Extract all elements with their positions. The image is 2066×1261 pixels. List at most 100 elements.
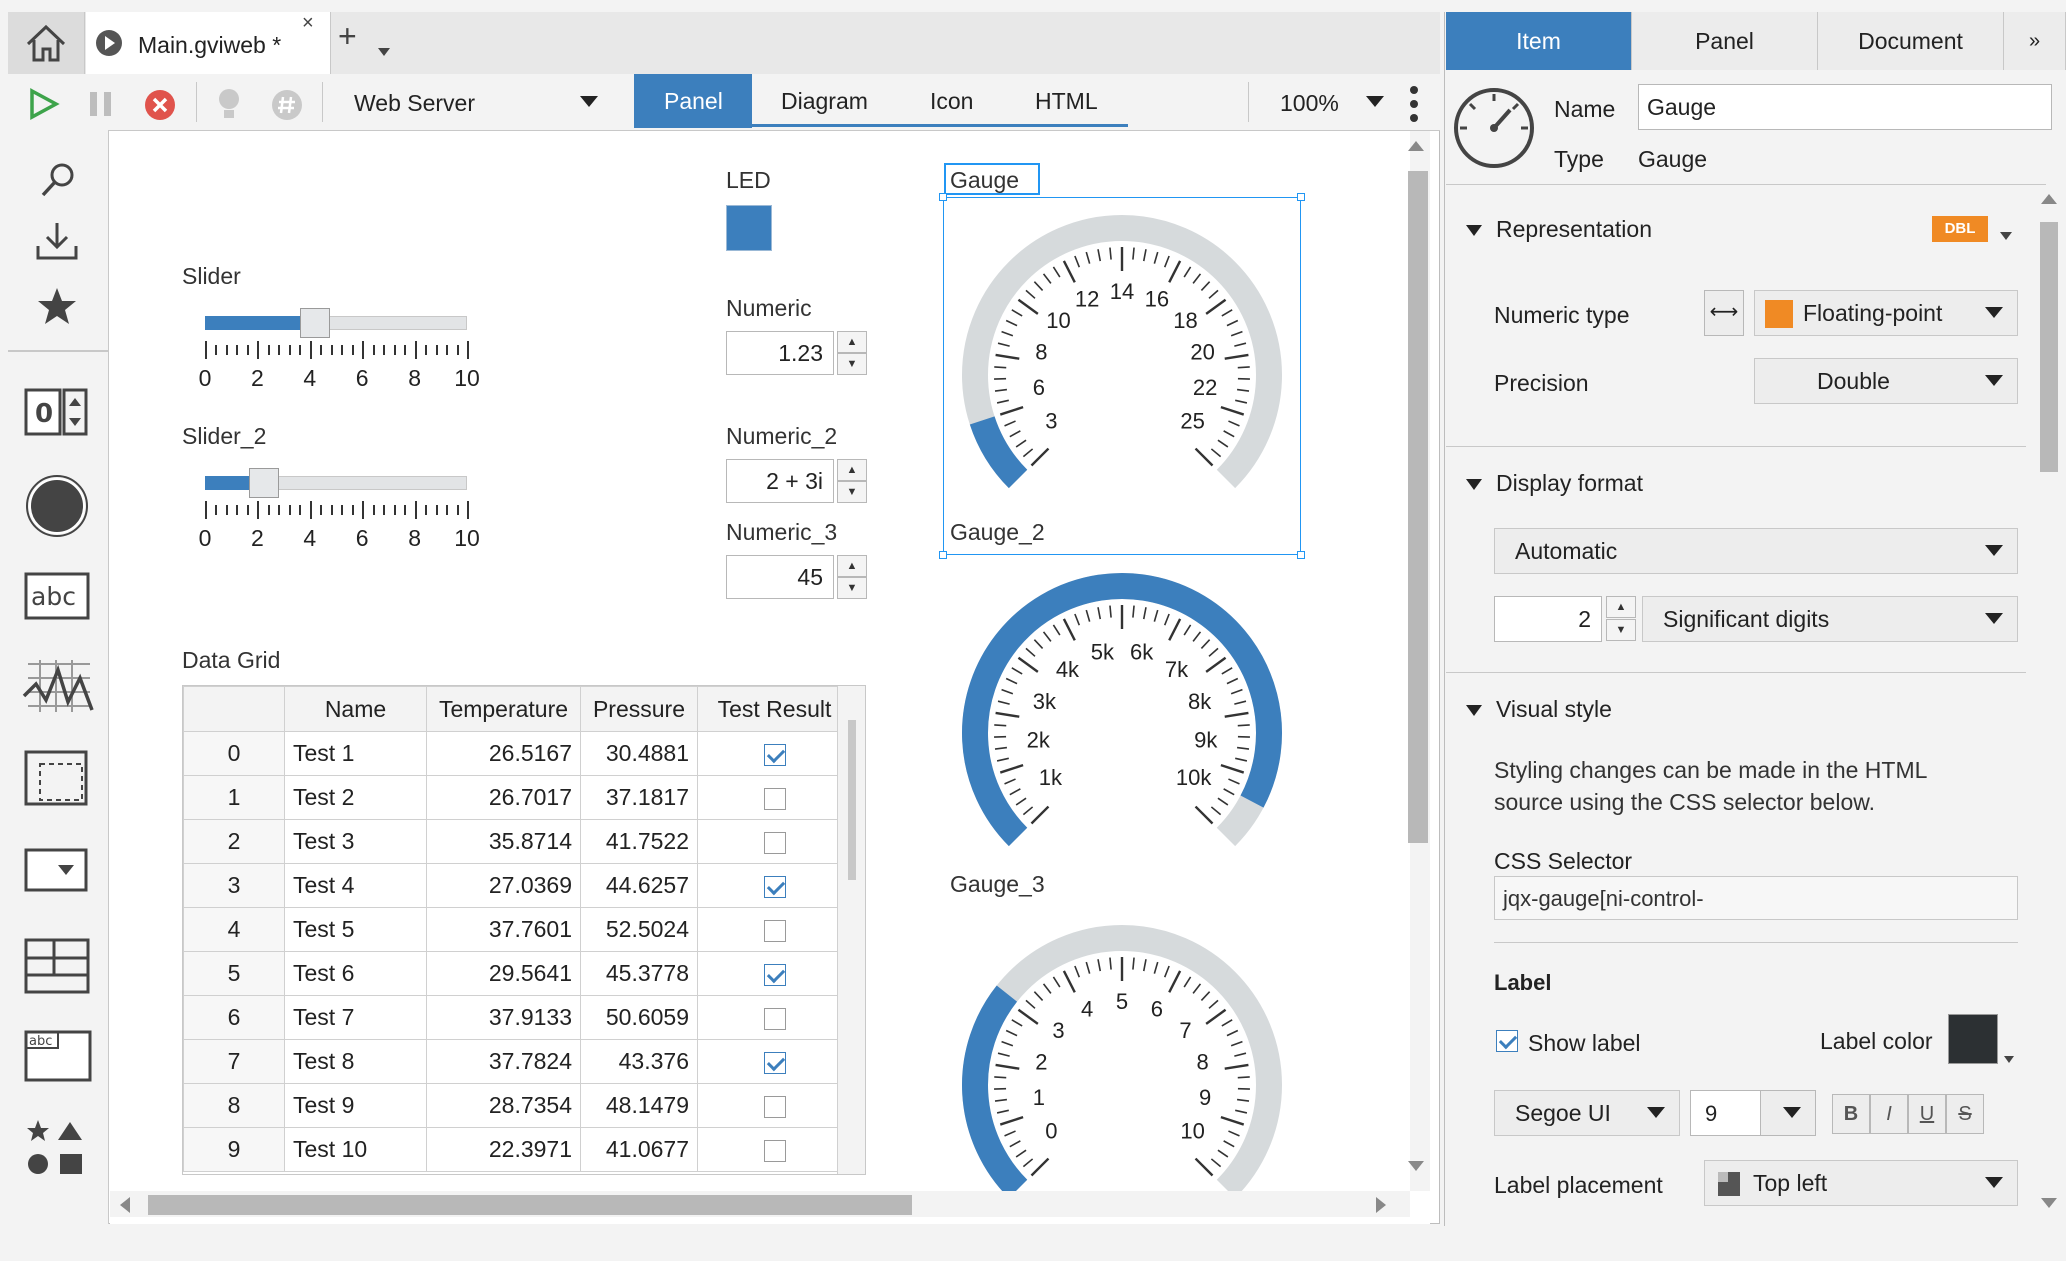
favorites-star-icon[interactable] [36, 286, 78, 326]
cell-pressure[interactable]: 41.0677 [581, 1128, 698, 1172]
containers-icon[interactable] [24, 938, 90, 994]
cell-name[interactable]: Test 6 [285, 952, 427, 996]
cell-temperature[interactable]: 29.5641 [427, 952, 581, 996]
cell-temperature[interactable]: 26.7017 [427, 776, 581, 820]
target-dropdown[interactable]: Web Server [336, 78, 606, 126]
slider-track[interactable] [205, 314, 467, 330]
cell-test-result[interactable] [698, 1128, 852, 1172]
test-result-checkbox[interactable] [764, 1052, 786, 1074]
cell-temperature[interactable]: 37.7601 [427, 908, 581, 952]
test-result-checkbox[interactable] [764, 876, 786, 898]
cell-pressure[interactable]: 52.5024 [581, 908, 698, 952]
tab-diagram[interactable]: Diagram [781, 88, 868, 115]
column-header-test-result[interactable]: Test Result [698, 687, 852, 732]
cell-pressure[interactable]: 43.376 [581, 1040, 698, 1084]
string-control-icon[interactable]: abc [24, 572, 90, 620]
tab-document[interactable]: Document [1818, 12, 2004, 70]
more-tabs-button[interactable]: » [2004, 12, 2066, 70]
cell-pressure[interactable]: 41.7522 [581, 820, 698, 864]
boolean-led-icon[interactable] [25, 474, 89, 538]
test-result-checkbox[interactable] [764, 1008, 786, 1030]
representation-section-header[interactable]: Representation [1466, 216, 1652, 243]
gauge[interactable]: 3681012141618202225 [946, 199, 1298, 551]
tab-item[interactable]: Item [1446, 12, 1632, 70]
test-result-checkbox[interactable] [764, 1096, 786, 1118]
digits-increment-button[interactable]: ▲ [1606, 596, 1636, 618]
table-row[interactable]: 9Test 1022.397141.0677 [184, 1128, 852, 1172]
label-color-swatch[interactable] [1948, 1014, 1998, 1064]
dropdown-control-icon[interactable] [24, 848, 90, 894]
panel-canvas[interactable]: Slider 0246810 Slider_2 0246810 LED Nume… [110, 131, 1430, 1224]
cell-name[interactable]: Test 5 [285, 908, 427, 952]
row-index[interactable]: 9 [184, 1128, 285, 1172]
tab-icon[interactable]: Icon [930, 88, 973, 115]
canvas-scrollbar-thumb[interactable] [1408, 171, 1428, 843]
table-row[interactable]: 5Test 629.564145.3778 [184, 952, 852, 996]
cell-temperature[interactable]: 22.3971 [427, 1128, 581, 1172]
tab-control-icon[interactable]: abc [24, 1030, 92, 1082]
numeric-3-decrement-button[interactable]: ▼ [837, 577, 867, 599]
cell-name[interactable]: Test 7 [285, 996, 427, 1040]
abort-icon[interactable] [143, 88, 177, 122]
home-button[interactable] [8, 12, 85, 74]
file-tab[interactable]: Main.gviweb * × [86, 12, 331, 75]
search-icon[interactable] [38, 160, 78, 200]
properties-scrollbar-thumb[interactable] [2040, 222, 2058, 472]
font-family-dropdown[interactable]: Segoe UI [1494, 1090, 1680, 1136]
table-row[interactable]: 7Test 837.782443.376 [184, 1040, 852, 1084]
zoom-chevron-down-icon[interactable] [1366, 96, 1384, 107]
cleanup-hash-icon[interactable] [270, 88, 304, 122]
cell-name[interactable]: Test 10 [285, 1128, 427, 1172]
row-index[interactable]: 2 [184, 820, 285, 864]
cell-name[interactable]: Test 9 [285, 1084, 427, 1128]
properties-scrollbar[interactable] [2036, 188, 2062, 1226]
numeric-input[interactable]: 1.23 [726, 331, 834, 375]
font-size-dropdown-button[interactable] [1760, 1090, 1816, 1136]
table-row[interactable]: 0Test 126.516730.4881 [184, 732, 852, 776]
new-tab-chevron-down-icon[interactable] [378, 48, 390, 56]
cell-temperature[interactable]: 28.7354 [427, 1084, 581, 1128]
numeric-increment-button[interactable]: ▲ [837, 331, 867, 353]
cell-test-result[interactable] [698, 864, 852, 908]
numeric-type-dropdown[interactable]: Floating-point [1754, 290, 2018, 336]
table-row[interactable]: 1Test 226.701737.1817 [184, 776, 852, 820]
grid-scrollbar-thumb[interactable] [848, 720, 856, 880]
more-options-icon[interactable] [1408, 84, 1420, 124]
scroll-down-icon[interactable] [1408, 1161, 1424, 1171]
cell-pressure[interactable]: 44.6257 [581, 864, 698, 908]
column-header-name[interactable]: Name [285, 687, 427, 732]
led-indicator[interactable] [726, 205, 772, 251]
dbl-badge[interactable]: DBL [1932, 216, 1988, 242]
row-index[interactable]: 4 [184, 908, 285, 952]
table-row[interactable]: 6Test 737.913350.6059 [184, 996, 852, 1040]
cell-pressure[interactable]: 37.1817 [581, 776, 698, 820]
cell-temperature[interactable]: 26.5167 [427, 732, 581, 776]
display-format-section-header[interactable]: Display format [1466, 470, 1643, 497]
cell-test-result[interactable] [698, 776, 852, 820]
numeric-2-decrement-button[interactable]: ▼ [837, 481, 867, 503]
cell-test-result[interactable] [698, 908, 852, 952]
cell-test-result[interactable] [698, 952, 852, 996]
row-index[interactable]: 7 [184, 1040, 285, 1084]
column-header-pressure[interactable]: Pressure [581, 687, 698, 732]
scroll-down-icon[interactable] [2041, 1198, 2057, 1208]
numeric-control-icon[interactable]: 0 [24, 388, 90, 436]
bold-button[interactable]: B [1832, 1094, 1870, 1134]
test-result-checkbox[interactable] [764, 964, 786, 986]
cell-pressure[interactable]: 48.1479 [581, 1084, 698, 1128]
scroll-up-icon[interactable] [2041, 194, 2057, 204]
test-result-checkbox[interactable] [764, 920, 786, 942]
tab-panel-properties[interactable]: Panel [1632, 12, 1818, 70]
shapes-icon[interactable] [26, 1118, 90, 1178]
zoom-level[interactable]: 100% [1280, 90, 1339, 117]
cell-name[interactable]: Test 4 [285, 864, 427, 908]
cell-test-result[interactable] [698, 1084, 852, 1128]
numeric-2-input[interactable]: 2 + 3i [726, 459, 834, 503]
label-placement-dropdown[interactable]: Top left [1704, 1160, 2018, 1206]
cell-pressure[interactable]: 50.6059 [581, 996, 698, 1040]
swap-arrows-icon[interactable]: ⟷ [1704, 290, 1744, 336]
cell-name[interactable]: Test 1 [285, 732, 427, 776]
row-index[interactable]: 0 [184, 732, 285, 776]
tab-html[interactable]: HTML [1035, 88, 1098, 115]
row-index[interactable]: 1 [184, 776, 285, 820]
